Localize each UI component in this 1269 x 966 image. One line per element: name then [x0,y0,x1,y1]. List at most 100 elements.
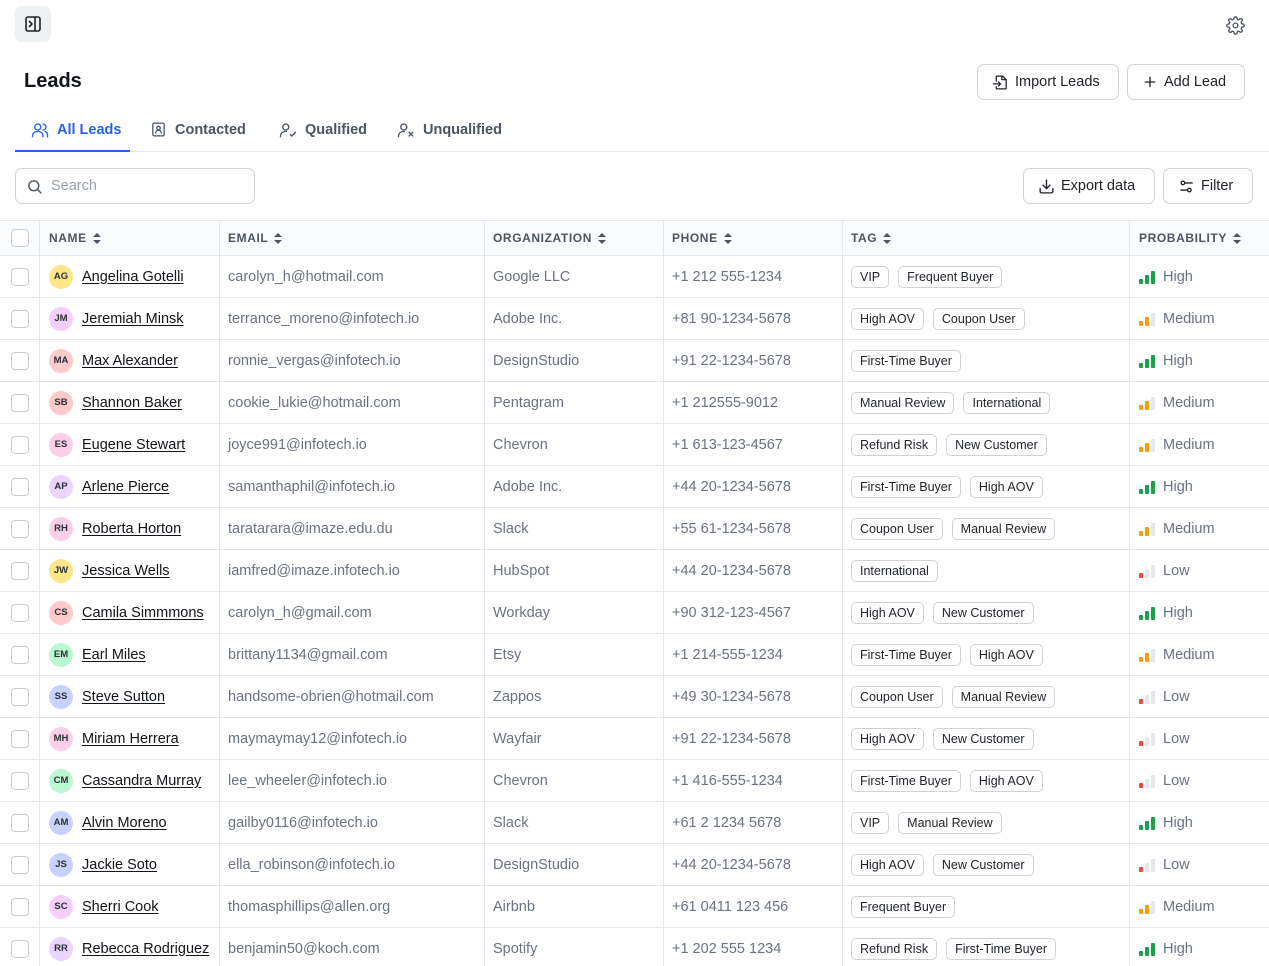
lead-name-link[interactable]: Roberta Horton [82,521,181,537]
row-checkbox[interactable] [10,561,29,580]
row-select-cell [0,844,40,885]
tag-badge: High AOV [969,769,1043,792]
phone-text: +44 20-1234-5678 [672,856,791,873]
column-header-organization: ORGANIZATION [485,221,664,255]
phone-text: +81 90-1234-5678 [672,310,791,327]
organization-text: Etsy [493,646,522,663]
lead-name-link[interactable]: Jeremiah Minsk [82,311,184,327]
sort-icon [883,232,892,244]
phone-text: +91 22-1234-5678 [672,352,791,369]
signal-bar [1151,648,1155,662]
row-checkbox[interactable] [10,729,29,748]
signal-bar [1145,526,1149,536]
row-checkbox[interactable] [10,309,29,328]
page-title: Leads [24,70,82,92]
signal-bar [1139,320,1143,326]
signal-bar [1145,862,1149,872]
phone-text: +1 212 555-1234 [672,268,783,285]
tag-cell: High AOV New Customer [843,718,1130,759]
phone-text: +1 214-555-1234 [672,646,783,663]
email-text: handsome-obrien@hotmail.com [228,688,434,705]
probability-cell: Medium [1130,382,1269,423]
probability-cell: Medium [1130,634,1269,675]
row-checkbox[interactable] [10,939,29,958]
row-checkbox[interactable] [10,645,29,664]
signal-bar [1145,442,1149,452]
sort-organization-button[interactable]: ORGANIZATION [493,231,606,245]
lead-name-link[interactable]: Shannon Baker [82,395,182,411]
lead-name-link[interactable]: Jessica Wells [82,563,170,579]
row-checkbox[interactable] [10,393,29,412]
row-checkbox[interactable] [10,855,29,874]
signal-bar [1151,522,1155,536]
organization-cell: Spotify [485,928,664,966]
organization-text: Chevron [493,436,548,453]
organization-cell: Etsy [485,634,664,675]
lead-name-link[interactable]: Miriam Herrera [82,731,179,747]
lead-name-link[interactable]: Camila Simmmons [82,605,204,621]
sidebar-toggle-icon [25,16,41,32]
sidebar-toggle-button[interactable] [15,6,51,42]
probability-cell: High [1130,466,1269,507]
tag-badge: Manual Review [898,811,1002,834]
lead-name-link[interactable]: Rebecca Rodriguez [82,941,209,957]
settings-button[interactable] [1222,12,1248,38]
row-checkbox[interactable] [10,897,29,916]
tab-qualified[interactable]: Qualified [279,108,367,151]
phone-text: +61 0411 123 456 [672,898,789,915]
lead-name-link[interactable]: Steve Sutton [82,689,165,705]
tab-unqualified[interactable]: Unqualified [397,108,502,151]
select-all-checkbox[interactable] [10,229,29,247]
row-select-cell [0,382,40,423]
row-checkbox[interactable] [10,519,29,538]
probability-cell: High [1130,592,1269,633]
sort-email-button[interactable]: EMAIL [228,231,283,245]
signal-bar [1139,740,1143,746]
lead-name-link[interactable]: Eugene Stewart [82,437,185,453]
column-header-phone: PHONE [664,221,843,255]
lead-name-link[interactable]: Sherri Cook [82,899,159,915]
row-checkbox[interactable] [10,477,29,496]
row-checkbox[interactable] [10,351,29,370]
tag-badge: Coupon User [851,517,943,540]
sort-phone-button[interactable]: PHONE [672,231,732,245]
tag-cell: Refund Risk New Customer [843,424,1130,465]
lead-name-link[interactable]: Cassandra Murray [82,773,201,789]
row-checkbox[interactable] [10,435,29,454]
signal-bar [1145,694,1149,704]
download-icon [1039,178,1054,194]
row-select-cell [0,550,40,591]
row-checkbox[interactable] [10,813,29,832]
row-checkbox[interactable] [10,771,29,790]
lead-name-link[interactable]: Jackie Soto [82,857,157,873]
lead-name-link[interactable]: Angelina Gotelli [82,269,184,285]
add-lead-button[interactable]: Add Lead [1127,64,1245,100]
probability-label: Low [1163,730,1190,747]
tag-badge: High AOV [851,727,924,750]
email-cell: carolyn_h@gmail.com [220,592,485,633]
tab-contacted[interactable]: Contacted [150,108,246,151]
lead-name-link[interactable]: Earl Miles [82,647,146,663]
sort-probability-button[interactable]: PROBABILITY [1139,231,1241,245]
sort-name-button[interactable]: NAME [49,231,101,245]
sort-tag-button[interactable]: TAG [851,231,892,245]
lead-name-link[interactable]: Arlene Pierce [82,479,169,495]
table-row: MH Miriam Herrera maymaymay12@infotech.io W… [0,718,1269,760]
row-checkbox[interactable] [10,603,29,622]
tab-all-leads[interactable]: All Leads [15,108,130,152]
row-checkbox[interactable] [10,687,29,706]
probability-label: Low [1163,562,1190,579]
email-cell: terrance_moreno@infotech.io [220,298,485,339]
filter-button[interactable]: Filter [1163,168,1253,204]
lead-name-link[interactable]: Max Alexander [82,353,178,369]
organization-text: Airbnb [493,898,535,915]
organization-text: Wayfair [493,730,542,747]
export-data-button[interactable]: Export data [1023,168,1155,204]
search-box [15,168,255,204]
sort-icon [597,232,606,244]
import-leads-button[interactable]: Import Leads [977,64,1119,100]
search-input[interactable] [51,178,241,194]
row-checkbox[interactable] [10,267,29,286]
signal-bar [1151,312,1155,326]
lead-name-link[interactable]: Alvin Moreno [82,815,167,831]
